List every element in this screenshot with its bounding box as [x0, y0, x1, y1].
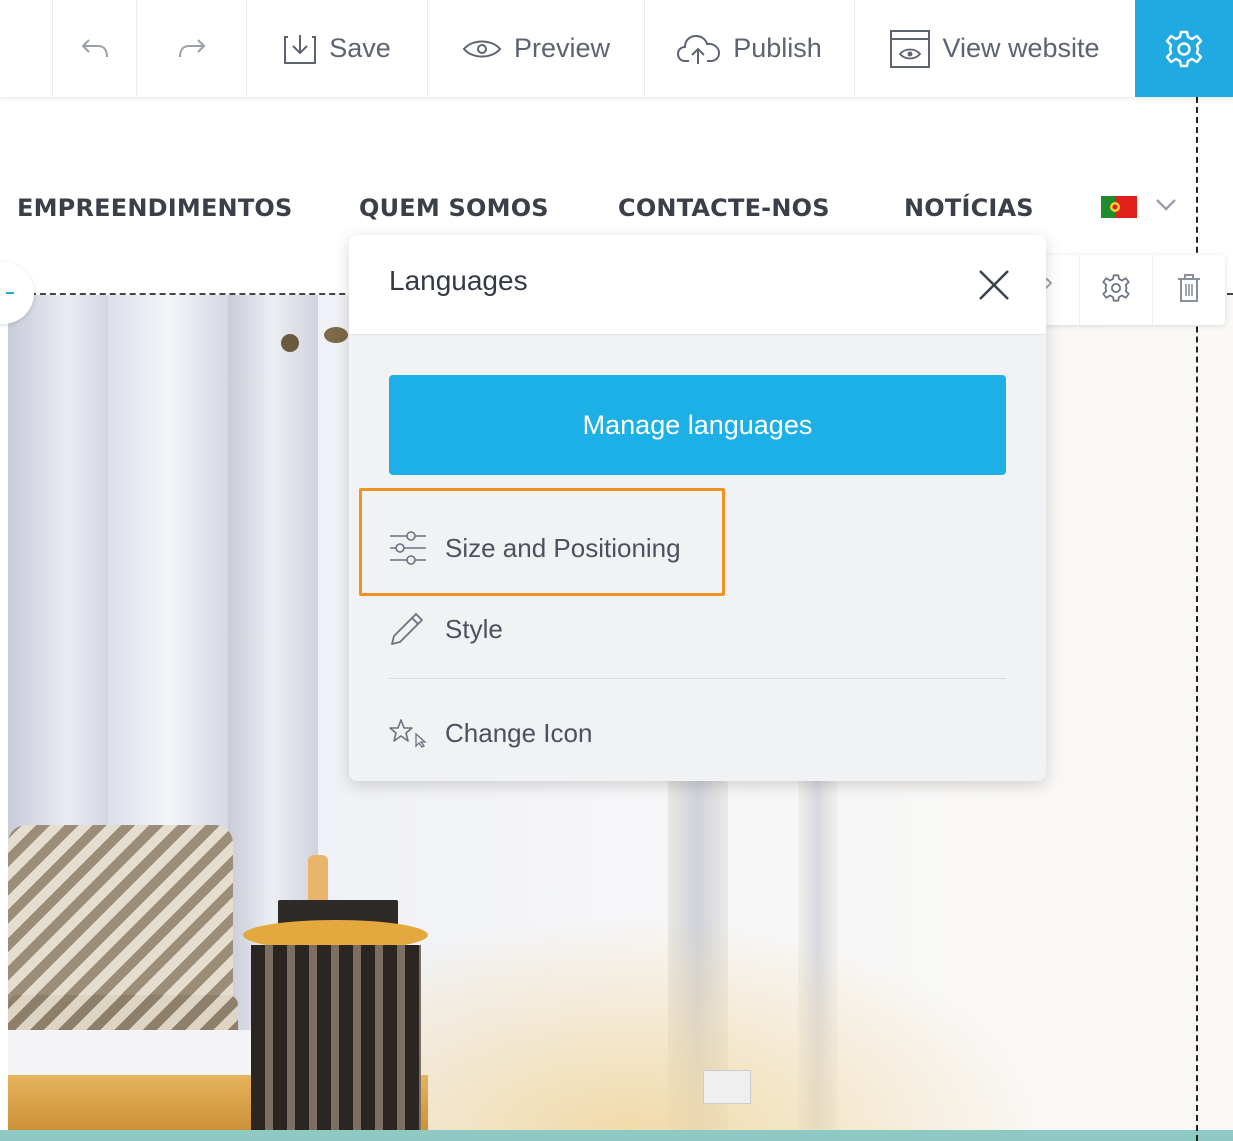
publish-button[interactable]: Publish — [645, 0, 855, 97]
site-navigation: EMPREENDIMENTOS QUEM SOMOS CONTACTE-NOS … — [0, 190, 1233, 230]
popup-header: Languages — [349, 235, 1046, 335]
save-label: Save — [329, 33, 391, 63]
nav-item-empreendimentos[interactable]: EMPREENDIMENTOS — [17, 194, 293, 222]
redo-button[interactable] — [137, 0, 247, 97]
portugal-flag-icon[interactable] — [1101, 196, 1137, 218]
size-and-positioning-item[interactable]: Size and Positioning — [389, 518, 681, 578]
undo-button[interactable] — [52, 0, 137, 97]
cloud-upload-icon — [677, 33, 721, 65]
gear-icon — [1101, 273, 1131, 308]
selection-guide-vertical — [1196, 97, 1198, 1141]
download-icon — [283, 33, 317, 65]
close-icon[interactable] — [974, 265, 1014, 305]
section-divider — [0, 1130, 1233, 1141]
gear-icon — [1164, 29, 1204, 69]
browser-window-icon — [890, 29, 931, 68]
nav-item-contacte-nos[interactable]: CONTACTE-NOS — [618, 194, 830, 222]
eye-icon — [462, 37, 502, 61]
star-cursor-icon — [389, 718, 429, 748]
publish-label: Publish — [733, 33, 822, 63]
nav-item-quem-somos[interactable]: QUEM SOMOS — [359, 194, 549, 222]
manage-languages-button[interactable]: Manage languages — [389, 375, 1006, 475]
change-icon-item[interactable]: Change Icon — [389, 703, 592, 763]
preview-button[interactable]: Preview — [428, 0, 645, 97]
undo-icon — [80, 37, 110, 61]
element-settings-button[interactable] — [1079, 255, 1151, 325]
popup-title: Languages — [389, 265, 528, 296]
preview-label: Preview — [513, 33, 611, 63]
pencil-icon — [389, 611, 429, 647]
nav-item-noticias[interactable]: NOTÍCIAS — [904, 194, 1034, 222]
style-item[interactable]: Style — [389, 599, 503, 659]
size-and-positioning-label: Size and Positioning — [445, 532, 681, 563]
style-label: Style — [445, 613, 503, 644]
popup-divider — [389, 678, 1006, 679]
settings-button[interactable] — [1135, 0, 1233, 97]
chevron-down-icon[interactable] — [1155, 198, 1177, 217]
delete-button[interactable] — [1152, 255, 1224, 325]
languages-popup: Languages Manage languages Size and Posi… — [349, 235, 1046, 781]
trash-icon — [1176, 273, 1202, 308]
editor-toolbar: Save Preview Publish View website — [0, 0, 1233, 97]
redo-icon — [177, 37, 207, 61]
view-website-label: View website — [942, 33, 1100, 63]
save-button[interactable]: Save — [247, 0, 428, 97]
sliders-icon — [389, 530, 429, 566]
change-icon-label: Change Icon — [445, 717, 593, 748]
view-website-button[interactable]: View website — [855, 0, 1136, 97]
